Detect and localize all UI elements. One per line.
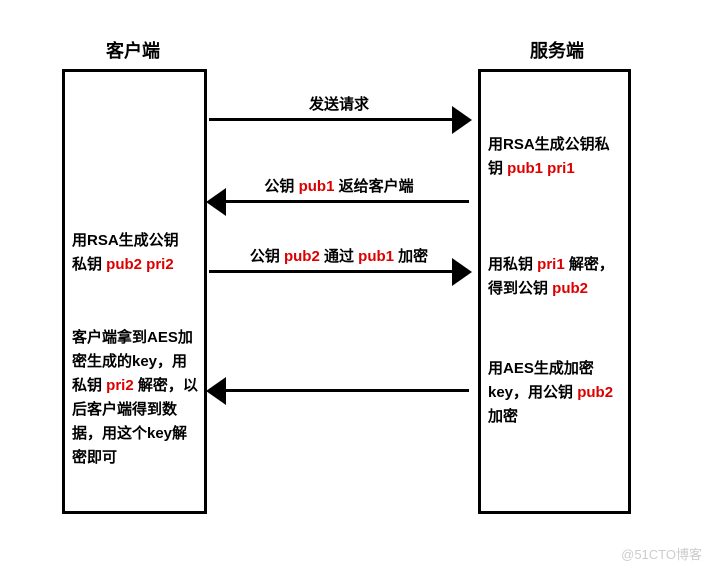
arrow-right-icon (209, 118, 469, 121)
arrow-left-icon (209, 389, 469, 392)
arrow3-label: 公钥 pub2 通过 pub1 加密 (209, 245, 469, 266)
watermark: @51CTO博客 (621, 544, 702, 563)
server-title: 服务端 (530, 37, 584, 63)
arrow-right-icon (209, 270, 469, 273)
arrow-pub2-encrypt: 公钥 pub2 通过 pub1 加密 (209, 245, 469, 273)
server-decrypt-text: 用私钥 pri1 解密，得到公钥 pub2 (488, 253, 623, 301)
server-aes-text: 用AES生成加密key，用公钥 pub2 加密 (488, 357, 623, 429)
client-rsa-text: 用RSA生成公钥 私钥 pub2 pri2 (72, 229, 202, 277)
client-aes-text: 客户端拿到AES加密生成的key，用私钥 pri2 解密，以后客户端得到数据，用… (72, 326, 202, 470)
arrow2-label: 公钥 pub1 返给客户端 (209, 175, 469, 196)
arrow1-label: 发送请求 (209, 93, 469, 114)
arrow-send-request: 发送请求 (209, 93, 469, 121)
arrow-aes-key-return (209, 389, 469, 392)
arrow-pub1-return: 公钥 pub1 返给客户端 (209, 175, 469, 203)
server-rsa-text: 用RSA生成公钥私钥 pub1 pri1 (488, 133, 623, 181)
client-title: 客户端 (106, 37, 160, 63)
arrow-left-icon (209, 200, 469, 203)
